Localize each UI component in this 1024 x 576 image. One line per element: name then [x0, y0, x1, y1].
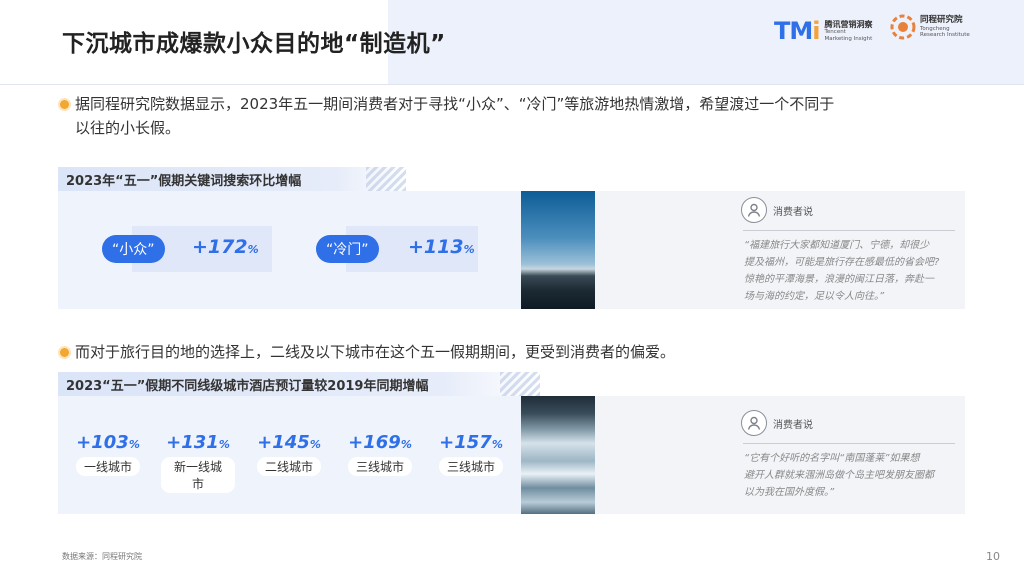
section-1-title-bar: 2023年“五一”假期关键词搜索环比增幅 — [58, 167, 406, 191]
stat-tier-1: +103% 一线城市 — [71, 432, 145, 476]
section-2-title-bar: 2023“五一”假期不同线级城市酒店预订量较2019年同期增幅 — [58, 372, 540, 396]
section-2-title: 2023“五一”假期不同线级城市酒店预订量较2019年同期增幅 — [66, 378, 429, 394]
bullet-2-text: 而对于旅行目的地的选择上，二线及以下城市在这个五一假期期间，更受到消费者的偏爱。 — [75, 343, 676, 361]
stat-value: +157% — [439, 432, 503, 453]
stat-label: 三线城市 — [347, 457, 412, 476]
user-icon — [741, 197, 767, 223]
bullet-paragraph-2: 而对于旅行目的地的选择上，二线及以下城市在这个五一假期期间，更受到消费者的偏爱。 — [60, 340, 980, 364]
consumer-quote-header-2: 消费者说 — [741, 410, 813, 436]
bullet-dot — [60, 348, 69, 357]
stat-label: 新一线城市 — [161, 457, 235, 493]
stat-tier-3: +169% 三线城市 — [343, 432, 417, 476]
header-divider — [0, 84, 1024, 85]
consumer-quote-1: “福建旅行大家都知道厦门、宁德，却很少 提及福州，可能是旅行存在感最低的省会吧?… — [744, 240, 940, 302]
keyword-value: +113% — [408, 236, 475, 258]
stat-value: +131% — [166, 432, 230, 453]
bullet-paragraph-1: 据同程研究院数据显示，2023年五一期间消费者对于寻找“小众”、“冷门”等旅游地… — [60, 92, 980, 140]
tmi-logo-mark: TMi — [774, 17, 821, 45]
tmi-logo-cn: 腾讯营销洞察 — [824, 20, 873, 30]
header-band — [388, 0, 1024, 84]
tongcheng-logo-en2: Research Institute — [920, 31, 970, 38]
bullet-1-line-2: 以往的小长假。 — [75, 119, 181, 137]
keyword-lengmen: “冷门” +113% — [316, 226, 478, 272]
consumer-says-label: 消费者说 — [773, 419, 813, 431]
stat-value: +103% — [76, 432, 140, 453]
stat-value: +145% — [257, 432, 321, 453]
stat-label: 二线城市 — [256, 457, 321, 476]
waves-rock-photo — [521, 396, 595, 514]
keyword-pill: “冷门” — [316, 235, 379, 263]
stat-value: +169% — [348, 432, 412, 453]
stat-tier-3-b: +157% 三线城市 — [434, 432, 508, 476]
tongcheng-logo-icon — [890, 14, 916, 40]
page-number: 10 — [986, 550, 1000, 563]
user-icon — [741, 410, 767, 436]
stat-new-tier-1: +131% 新一线城市 — [161, 432, 235, 493]
consumer-quote-2: “它有个好听的名字叫“南国蓬莱”如果想 避开人群就来涠洲岛做个岛主吧发朋友圈都 … — [744, 453, 934, 498]
tmi-logo: TMi 腾讯营销洞察 Tencent Marketing Insight — [774, 17, 873, 45]
bullet-dot — [60, 100, 69, 109]
keyword-pill: “小众” — [102, 235, 165, 263]
quote-divider — [743, 230, 955, 231]
bullet-1-line-1: 据同程研究院数据显示，2023年五一期间消费者对于寻找“小众”、“冷门”等旅游地… — [75, 95, 835, 113]
tongcheng-logo-cn: 同程研究院 — [920, 14, 963, 25]
section-1-title: 2023年“五一”假期关键词搜索环比增幅 — [66, 173, 302, 189]
keyword-xiaozhong: “小众” +172% — [102, 226, 272, 272]
stat-label: 三线城市 — [438, 457, 503, 476]
tmi-logo-en2: Marketing Insight — [824, 35, 873, 42]
keyword-value: +172% — [192, 236, 259, 258]
data-source: 数据来源：同程研究院 — [62, 552, 142, 561]
consumer-quote-header-1: 消费者说 — [741, 197, 813, 223]
tongcheng-logo: 同程研究院 Tongcheng Research Institute — [890, 14, 970, 40]
quote-divider — [743, 443, 955, 444]
page-title: 下沉城市成爆款小众目的地“制造机” — [62, 31, 446, 57]
stat-tier-2: +145% 二线城市 — [252, 432, 326, 476]
stat-label: 一线城市 — [75, 457, 140, 476]
consumer-says-label: 消费者说 — [773, 206, 813, 218]
sea-landscape-photo — [521, 191, 595, 309]
